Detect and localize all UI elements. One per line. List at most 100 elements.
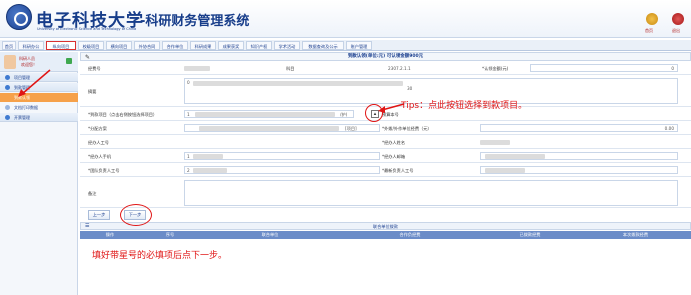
- home-icon[interactable]: [646, 13, 658, 25]
- project-no-label: 经费号: [88, 66, 101, 71]
- form-row: 经办人工号 *经办人姓名: [80, 136, 691, 149]
- handler-name-label: *经办人姓名: [382, 140, 406, 145]
- remark-label: 备注: [88, 191, 97, 196]
- remark-textarea[interactable]: [184, 180, 678, 206]
- handler-phone-blurred: [193, 154, 223, 159]
- external-funds-label: *外拨/外作单位经费（元）: [382, 126, 432, 131]
- handler-phone-input[interactable]: 1: [184, 152, 380, 160]
- form-row: 经费号 科目 2307.2.1.1 *认领金额(元) 0: [80, 62, 691, 75]
- col-coop-funds: 合作负经费: [399, 232, 421, 237]
- prev-step-button[interactable]: 上一步: [88, 210, 110, 220]
- list-icon: ☰: [85, 223, 90, 229]
- form-row: 备注: [80, 178, 691, 208]
- nav-academic[interactable]: 学术活动: [274, 41, 300, 50]
- reporter-id-blurred: [485, 168, 525, 173]
- main-nav: 首页 科研办公 纵向项目 校级项目 横向项目 外协合同 合作单位 科研成果 成果…: [0, 40, 691, 51]
- handler-id-label: 经办人工号: [88, 140, 109, 145]
- folder-icon: [5, 75, 10, 80]
- col-joint-unit: 联合单位: [261, 232, 279, 237]
- folder-icon: [5, 85, 10, 90]
- project-blurred-text: [195, 112, 335, 117]
- col-current-funds: 本次拨款经费: [622, 232, 649, 237]
- alloc-plan-label: *分配方案: [88, 126, 107, 131]
- joint-unit-table-header: 操作 序号 联合单位 合作负经费 已拨款经费 本次拨款经费: [80, 231, 691, 239]
- alloc-plan-suffix: [项目]: [345, 126, 357, 131]
- joint-unit-table-title: 联合单位拨款 ☰: [80, 222, 691, 230]
- handler-email-input[interactable]: [480, 152, 678, 160]
- nav-school-projects[interactable]: 校级项目: [78, 41, 104, 50]
- home-link[interactable]: 首页: [645, 28, 653, 34]
- handler-phone-label: *经办人手机: [88, 154, 112, 159]
- joint-unit-table-title-text: 联合单位拨款: [372, 224, 399, 229]
- project-value-prefix: 1: [187, 112, 190, 117]
- nav-outsourcing[interactable]: 外协合同: [134, 41, 160, 50]
- nav-horizontal-projects[interactable]: 横向项目: [106, 41, 132, 50]
- handler-name-value: [480, 140, 510, 145]
- handler-email-label: *经办人邮箱: [382, 154, 406, 159]
- nav-awards[interactable]: 成果获奖: [218, 41, 244, 50]
- handler-phone-value: 1: [187, 154, 190, 159]
- subject-value: 2307.2.1.1: [388, 66, 411, 71]
- university-english-name: University of Electronic Science and Tec…: [37, 27, 137, 31]
- tips-annotation: Tips：点此按钮选择到款项目。: [401, 101, 528, 111]
- nav-research-results[interactable]: 科研成果: [190, 41, 216, 50]
- nav-partner-units[interactable]: 合作单位: [162, 41, 188, 50]
- required-fields-note: 填好带星号的必填项后点下一步。: [92, 251, 228, 261]
- external-funds-value: 0.00: [664, 126, 674, 131]
- form-row: *经办人手机 1 *经办人邮箱: [80, 150, 691, 163]
- university-logo: [6, 4, 32, 30]
- form-header: ✎ 到款认领(单位:元) 可认领金额900元: [80, 52, 691, 61]
- summary-blurred-text: [193, 81, 403, 86]
- nav-data-query[interactable]: 数据查询及公示: [302, 41, 344, 50]
- main-panel: ✎ 到款认领(单位:元) 可认领金额900元 经费号 科目 2307.2.1.1…: [80, 52, 691, 295]
- summary-value-2: 30: [407, 86, 413, 91]
- project-input[interactable]: 1 /护): [184, 110, 354, 118]
- pencil-icon: ✎: [85, 54, 91, 61]
- leader-id-value: 2: [187, 168, 190, 173]
- folder-icon: [5, 115, 10, 120]
- system-title: -科研财务管理系统: [140, 14, 250, 29]
- leader-id-input[interactable]: 2: [184, 166, 380, 174]
- nav-research-office[interactable]: 科研办公: [18, 41, 44, 50]
- sidebar-item-label: 文档打印数据: [14, 105, 38, 110]
- annotation-circle-next-button: [120, 204, 152, 226]
- claim-amount-label: *认领金额(元): [482, 66, 509, 71]
- alloc-plan-select[interactable]: [项目]: [184, 124, 380, 132]
- top-banner: 电子科技大学 University of Electronic Science …: [0, 0, 691, 38]
- col-operation: 操作: [105, 232, 115, 237]
- form-row: *分配方案 [项目] *外拨/外作单位经费（元） 0.00: [80, 122, 691, 135]
- leader-id-label: *团队负责人工号: [88, 168, 120, 173]
- add-icon[interactable]: [66, 58, 72, 64]
- nav-account[interactable]: 账户管理: [346, 41, 372, 50]
- form-row: *团队负责人工号 2 *最新负责人工号: [80, 164, 691, 177]
- logout-link[interactable]: 退出: [672, 28, 680, 34]
- sidebar-item-label: 开票管理: [14, 115, 30, 120]
- left-sidebar: 科研人员 欢迎您！ 项目管理 到款管理 到款认领 文档打印数据 开票管理: [0, 52, 78, 295]
- doc-icon: [5, 105, 10, 110]
- reporter-id-input[interactable]: [480, 166, 678, 174]
- nav-vertical-projects[interactable]: 纵向项目: [46, 41, 76, 50]
- summary-value-1: 0: [187, 80, 190, 85]
- nav-home[interactable]: 首页: [2, 41, 16, 50]
- alloc-plan-blurred-text: [199, 126, 339, 131]
- project-value-suffix: /护): [340, 112, 348, 117]
- project-label: *到款项目（点击右侧按钮选择项目）: [88, 112, 158, 117]
- avatar: [4, 55, 16, 69]
- external-funds-input[interactable]: 0.00: [480, 124, 678, 132]
- leader-id-blurred: [193, 168, 227, 173]
- nav-ip[interactable]: 知识产权: [246, 41, 272, 50]
- annotation-arrow-icon: [18, 69, 51, 97]
- col-allocated-funds: 已拨款经费: [519, 232, 541, 237]
- claim-amount-value: 0: [671, 66, 674, 71]
- logout-icon[interactable]: [672, 13, 684, 25]
- claim-amount-input[interactable]: 0: [530, 64, 678, 72]
- project-no-value: [184, 66, 210, 71]
- sidebar-item-invoice-mgmt[interactable]: 开票管理: [0, 113, 78, 122]
- subject-label: 科目: [286, 66, 295, 71]
- summary-label: 摘要: [88, 89, 97, 94]
- reporter-id-label: *最新负责人工号: [382, 168, 414, 173]
- col-seq: 序号: [165, 232, 175, 237]
- form-title: 到款认领(单位:元) 可认领金额900元: [347, 54, 424, 59]
- handler-email-blurred: [485, 154, 545, 159]
- sidebar-item-doc-print[interactable]: 文档打印数据: [0, 103, 78, 112]
